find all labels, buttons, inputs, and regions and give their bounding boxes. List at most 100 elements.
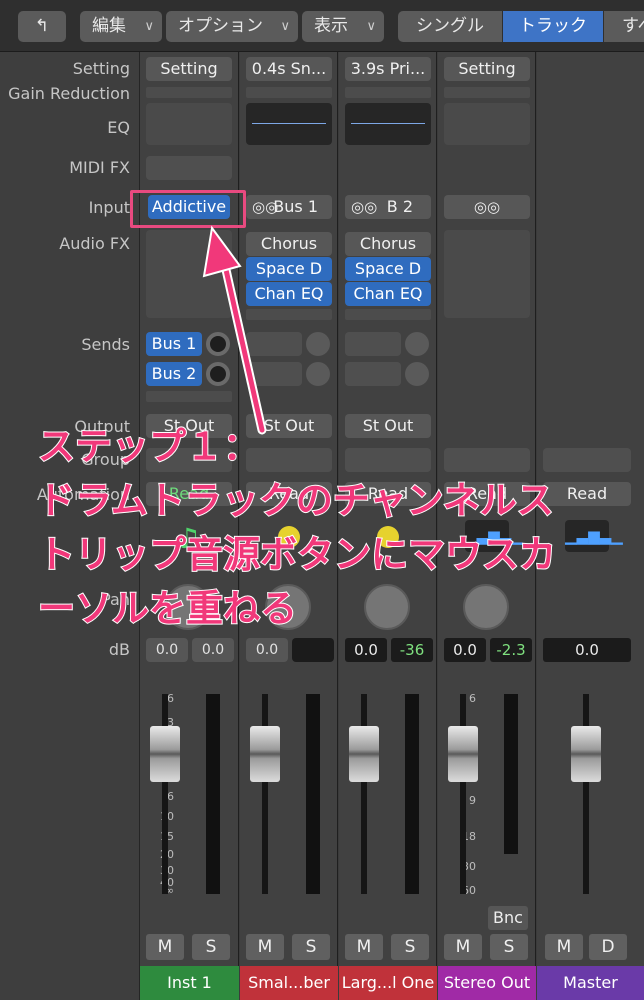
single-button[interactable]: シングル	[398, 11, 502, 42]
setting-button[interactable]: Setting	[146, 57, 232, 81]
volume-fader[interactable]	[250, 726, 280, 782]
send-knob[interactable]	[306, 362, 330, 386]
chevron-down-icon: ∨	[144, 19, 154, 34]
input-slot[interactable]: ◎◎	[444, 195, 530, 219]
audio-fx-space-d[interactable]: Space D	[345, 257, 431, 281]
setting-button[interactable]: 3.9s Pri...	[345, 57, 431, 81]
label-midi-fx: MIDI FX	[69, 158, 130, 177]
gain-reduction-meter	[246, 87, 332, 98]
options-menu-label: オプション	[178, 16, 263, 36]
send-empty	[146, 391, 232, 402]
gain-reduction-meter	[146, 87, 232, 98]
gain-reduction-meter	[345, 87, 431, 98]
volume-fader[interactable]	[349, 726, 379, 782]
fader-track	[262, 694, 268, 894]
track-name[interactable]: Stereo Out	[438, 966, 536, 1000]
label-setting: Setting	[72, 59, 130, 78]
mute-button[interactable]: M	[444, 934, 482, 960]
send-knob[interactable]	[306, 332, 330, 356]
view-menu-label: 表示	[314, 16, 348, 36]
audio-fx-area[interactable]	[444, 230, 530, 318]
level-meter	[306, 694, 320, 894]
caption-line-4: ーソルを重ねる	[37, 586, 298, 631]
options-menu[interactable]: オプション ∨	[166, 11, 298, 42]
send-1-knob[interactable]	[206, 332, 230, 356]
level-meter	[504, 694, 518, 854]
send-slot[interactable]	[345, 332, 401, 356]
send-knob[interactable]	[405, 332, 429, 356]
send-knob[interactable]	[405, 362, 429, 386]
send-slot[interactable]	[345, 362, 401, 386]
send-slot[interactable]	[246, 332, 302, 356]
mute-button[interactable]: M	[545, 934, 583, 960]
volume-fader[interactable]	[150, 726, 180, 782]
dim-button[interactable]: D	[589, 934, 627, 960]
send-2-knob[interactable]	[206, 362, 230, 386]
audio-fx-chorus[interactable]: Chorus	[246, 232, 332, 256]
audio-fx-chorus[interactable]: Chorus	[345, 232, 431, 256]
fx-empty	[345, 309, 431, 320]
scale-tick: 6	[469, 692, 476, 705]
caption-line-2: ドラムトラックのチャンネルス	[37, 478, 555, 523]
audio-fx-chan-eq[interactable]: Chan EQ	[345, 282, 431, 306]
chevron-down-icon: ∨	[366, 19, 376, 34]
volume-readout: 0.0	[543, 638, 631, 662]
track-name[interactable]: Master	[537, 966, 644, 1000]
label-audio-fx: Audio FX	[59, 234, 130, 253]
track-name[interactable]: Larg...l One	[339, 966, 437, 1000]
eq-thumbnail[interactable]	[345, 103, 431, 145]
eq-curve	[351, 123, 425, 124]
stereo-link-icon: ◎◎	[351, 198, 378, 216]
audio-fx-area[interactable]	[146, 230, 232, 318]
view-menu[interactable]: 表示 ∨	[302, 11, 384, 42]
input-label: Bus 1	[273, 197, 318, 216]
scale-tick: 6	[167, 790, 174, 803]
fader-scale: 6 3 0 3 6 10 15 20 30 40 ∞	[136, 692, 180, 897]
solo-button[interactable]: S	[292, 934, 330, 960]
back-button[interactable]: ↰	[18, 11, 66, 42]
send-slot[interactable]	[246, 362, 302, 386]
input-slot[interactable]: ◎◎ B 2	[345, 195, 431, 219]
audio-fx-space-d[interactable]: Space D	[246, 257, 332, 281]
toolbar: ↰ 編集 ∨ オプション ∨ 表示 ∨ シングル トラック すべ	[0, 0, 644, 52]
send-1-slot[interactable]: Bus 1	[146, 332, 202, 356]
label-db: dB	[108, 640, 130, 659]
fader-track	[361, 694, 367, 894]
volume-fader[interactable]	[571, 726, 601, 782]
volume-readout: 0.0	[444, 638, 486, 662]
label-input: Input	[88, 198, 130, 217]
track-name[interactable]: Inst 1	[140, 966, 239, 1000]
midi-fx-slot[interactable]	[146, 156, 232, 180]
volume-fader[interactable]	[448, 726, 478, 782]
stereo-link-icon: ◎◎	[473, 198, 501, 216]
eq-thumbnail[interactable]	[146, 103, 232, 145]
scale-tick: 6	[167, 692, 174, 705]
mute-button[interactable]: M	[246, 934, 284, 960]
all-button[interactable]: すべ	[604, 11, 644, 42]
send-2-slot[interactable]: Bus 2	[146, 362, 202, 386]
level-meter	[405, 694, 419, 894]
solo-button[interactable]: S	[490, 934, 528, 960]
bounce-button[interactable]: Bnc	[488, 906, 528, 930]
edit-menu[interactable]: 編集 ∨	[80, 11, 162, 42]
eq-thumbnail[interactable]	[246, 103, 332, 145]
caption-line-3: トリップ音源ボタンにマウスカ	[37, 532, 557, 577]
input-slot[interactable]: ◎◎ Bus 1	[246, 195, 332, 219]
eq-thumbnail[interactable]	[444, 103, 530, 145]
setting-button[interactable]: 0.4s Sn...	[246, 57, 332, 81]
track-button[interactable]: トラック	[503, 11, 603, 42]
solo-button[interactable]: S	[192, 934, 230, 960]
mute-button[interactable]: M	[146, 934, 184, 960]
peak-readout: -36	[391, 638, 433, 662]
peak-readout: 0.0	[192, 638, 234, 662]
solo-button[interactable]: S	[391, 934, 429, 960]
track-name[interactable]: Smal...ber	[240, 966, 338, 1000]
caption-line-1: ステップ１：	[37, 424, 261, 469]
fader-track	[460, 694, 466, 894]
volume-readout: 0.0	[246, 638, 288, 662]
volume-readout: 0.0	[345, 638, 387, 662]
mute-button[interactable]: M	[345, 934, 383, 960]
annotation-caption: ステップ１： ドラムトラックのチャンネルス トリップ音源ボタンにマウスカ ーソル…	[37, 420, 618, 636]
audio-fx-chan-eq[interactable]: Chan EQ	[246, 282, 332, 306]
setting-button[interactable]: Setting	[444, 57, 530, 81]
